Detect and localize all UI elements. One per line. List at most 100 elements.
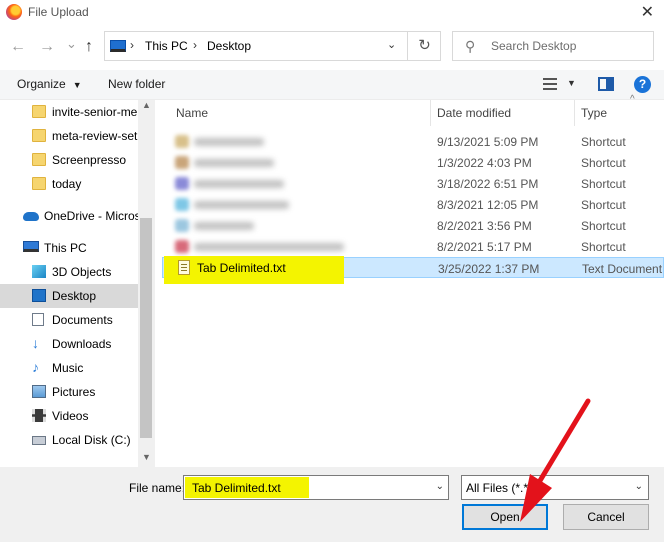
file-row[interactable]: 8/2/2021 5:17 PM Shortcut (162, 236, 664, 257)
caret-down-icon: ▼ (72, 80, 82, 90)
file-type: Shortcut (581, 135, 626, 149)
open-button[interactable]: Open (462, 504, 548, 530)
search-input[interactable] (491, 37, 641, 55)
help-icon[interactable]: ? (634, 76, 651, 93)
scrollbar-thumb[interactable] (140, 218, 152, 438)
column-header-name[interactable]: Name (176, 106, 208, 120)
column-divider[interactable] (430, 100, 431, 126)
chevron-down-icon[interactable]: ⌄ (635, 481, 643, 492)
window-title: File Upload (28, 5, 89, 19)
sidebar-item-music[interactable]: ♪ Music (0, 356, 138, 380)
sidebar-item-label: today (52, 177, 82, 191)
sidebar-item-screenpresso[interactable]: Screenpresso (0, 148, 138, 172)
file-row[interactable]: 3/18/2022 6:51 PM Shortcut (162, 173, 664, 194)
folder-icon (32, 105, 46, 118)
redacted-file-name (194, 201, 289, 209)
file-type: Text Document (582, 262, 663, 276)
file-type-value: All Files (*.*) (466, 481, 533, 495)
refresh-icon[interactable]: ↻ (407, 32, 441, 60)
music-icon: ♪ (32, 359, 39, 375)
recent-locations-chevron-icon[interactable]: ⌄ (66, 34, 77, 54)
sidebar-item-3d-objects[interactable]: 3D Objects (0, 260, 138, 284)
back-arrow-icon[interactable]: ← (10, 37, 26, 57)
sidebar-item-label: Videos (52, 409, 89, 423)
breadcrumb-separator[interactable]: › (130, 38, 134, 52)
redacted-file-name (194, 243, 344, 251)
shortcut-icon (175, 219, 189, 232)
sidebar-item-desktop[interactable]: Desktop (0, 284, 138, 308)
sidebar-item-label: This PC (44, 241, 87, 255)
sidebar-item-label: Local Disk (C:) (52, 433, 131, 447)
sidebar-item-today[interactable]: today (0, 172, 138, 196)
file-name-input[interactable] (192, 480, 412, 496)
file-name-combobox[interactable]: ⌄ (183, 475, 449, 500)
sidebar-item-label: OneDrive - Micros (44, 209, 138, 223)
chevron-down-icon[interactable]: ⌄ (436, 481, 444, 492)
view-caret-icon[interactable]: ▼ (567, 78, 576, 88)
sidebar-item-label: Documents (52, 313, 113, 327)
file-row[interactable]: 9/13/2021 5:09 PM Shortcut (162, 131, 664, 152)
sidebar-item-label: Pictures (52, 385, 96, 399)
shortcut-icon (175, 240, 189, 253)
sidebar-item-label: 3D Objects (52, 265, 112, 279)
sidebar-item-local-disk[interactable]: Local Disk (C:) (0, 428, 138, 452)
organize-label: Organize (17, 77, 66, 91)
column-header-date-modified[interactable]: Date modified (437, 106, 511, 120)
sidebar-item-invite-senior-me[interactable]: invite-senior-me (0, 100, 138, 124)
navigation-bar: ← → ⌄ ↑ › This PC › Desktop ⌄ ↻ ⚲ (0, 28, 664, 68)
sort-indicator-icon: ^ (630, 94, 635, 105)
sidebar-item-videos[interactable]: Videos (0, 404, 138, 428)
column-header-type[interactable]: Type (581, 106, 607, 120)
view-options-icon[interactable] (543, 78, 557, 90)
file-type: Shortcut (581, 240, 626, 254)
file-row[interactable]: 1/3/2022 4:03 PM Shortcut (162, 152, 664, 173)
command-bar: Organize ▼ New folder ▼ ? (0, 70, 664, 100)
preview-pane-icon[interactable] (598, 77, 614, 91)
download-icon: ↓ (32, 335, 39, 351)
navigation-pane: invite-senior-me meta-review-set Screenp… (0, 100, 155, 467)
cancel-button[interactable]: Cancel (563, 504, 649, 530)
sidebar-item-meta-review-set[interactable]: meta-review-set (0, 124, 138, 148)
sidebar-item-label: meta-review-set (52, 129, 138, 143)
scroll-up-icon[interactable]: ▲ (142, 100, 151, 110)
pc-icon (110, 40, 126, 52)
file-date: 8/2/2021 5:17 PM (437, 240, 532, 254)
sidebar-item-onedrive[interactable]: OneDrive - Micros (0, 204, 138, 228)
file-type-select[interactable]: All Files (*.*) ⌄ (461, 475, 649, 500)
address-dropdown-chevron-icon[interactable]: ⌄ (387, 38, 396, 51)
pc-icon (23, 241, 39, 252)
sidebar-item-pictures[interactable]: Pictures (0, 380, 138, 404)
column-divider[interactable] (574, 100, 575, 126)
sidebar-item-documents[interactable]: Documents (0, 308, 138, 332)
up-arrow-icon[interactable]: ↑ (85, 37, 93, 57)
scroll-down-icon[interactable]: ▼ (142, 452, 151, 462)
file-date: 3/18/2022 6:51 PM (437, 177, 539, 191)
file-date: 1/3/2022 4:03 PM (437, 156, 532, 170)
sidebar-scrollbar[interactable]: ▲ ▼ (138, 100, 155, 467)
shortcut-icon (175, 156, 189, 169)
breadcrumb-this-pc[interactable]: This PC (145, 39, 188, 53)
file-type: Shortcut (581, 219, 626, 233)
breadcrumb-desktop[interactable]: Desktop (207, 39, 251, 53)
sidebar-item-label: invite-senior-me (52, 105, 138, 119)
forward-arrow-icon[interactable]: → (39, 37, 55, 57)
new-folder-button[interactable]: New folder (108, 77, 165, 91)
sidebar-item-downloads[interactable]: ↓ Downloads (0, 332, 138, 356)
file-row[interactable]: 8/2/2021 3:56 PM Shortcut (162, 215, 664, 236)
shortcut-icon (175, 177, 189, 190)
search-box[interactable]: ⚲ (452, 31, 654, 61)
sidebar-item-label: Downloads (52, 337, 112, 351)
redacted-file-name (194, 138, 264, 146)
close-icon[interactable]: ✕ (641, 2, 654, 22)
sidebar-item-this-pc[interactable]: This PC (0, 236, 138, 260)
folder-icon (32, 177, 46, 190)
breadcrumb-separator[interactable]: › (193, 38, 197, 52)
file-row[interactable]: 8/3/2021 12:05 PM Shortcut (162, 194, 664, 215)
address-bar[interactable]: › This PC › Desktop ⌄ ↻ (104, 31, 441, 61)
organize-button[interactable]: Organize ▼ (17, 77, 82, 91)
file-type: Shortcut (581, 198, 626, 212)
sidebar-item-label: Music (52, 361, 84, 375)
shortcut-icon (175, 198, 189, 211)
file-row-tab-delimited[interactable]: Tab Delimited.txt 3/25/2022 1:37 PM Text… (162, 256, 664, 284)
folder-icon (32, 153, 46, 166)
